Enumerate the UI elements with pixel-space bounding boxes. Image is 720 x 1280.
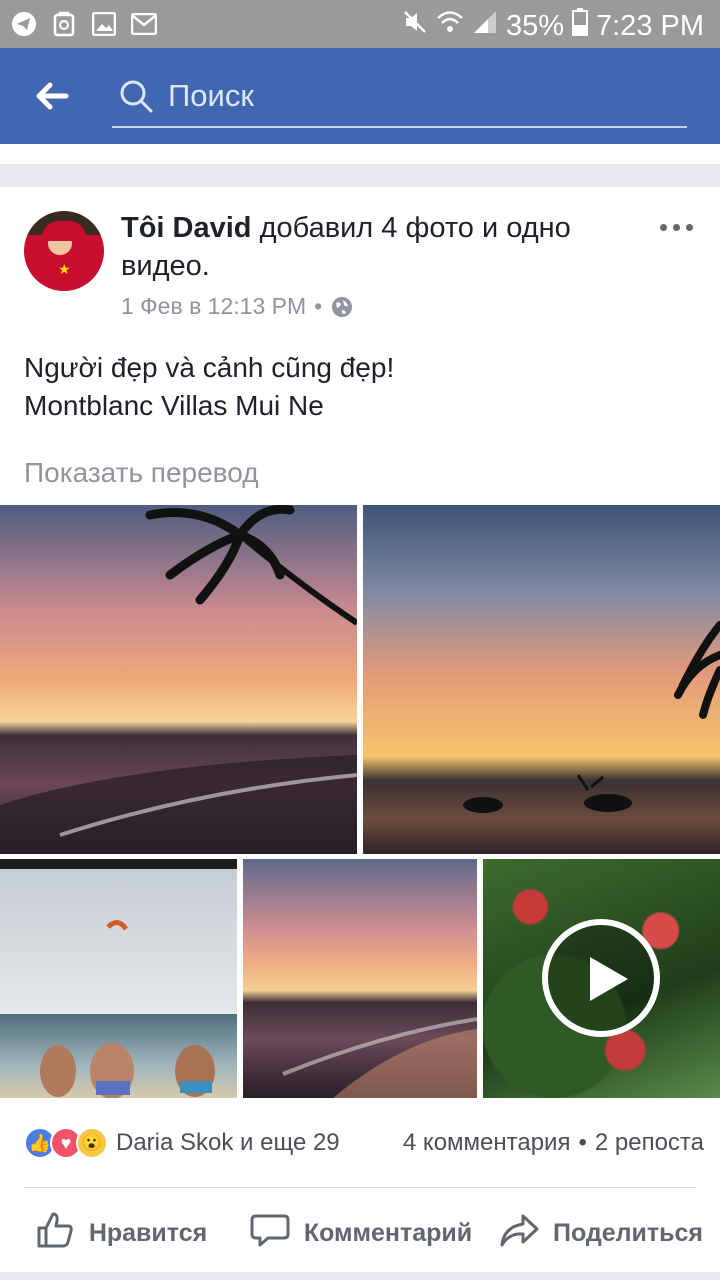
wifi-icon — [436, 9, 464, 43]
photo-sunset-boats[interactable] — [363, 505, 720, 854]
globe-icon — [330, 295, 354, 319]
signal-icon — [472, 9, 498, 43]
comment-label: Комментарий — [303, 1218, 473, 1247]
wow-reaction-icon: 😮 — [76, 1127, 108, 1159]
like-icon — [33, 1208, 77, 1259]
shares-count[interactable]: 2 репоста — [595, 1129, 704, 1157]
search-icon — [118, 78, 154, 114]
comment-icon — [248, 1208, 292, 1259]
clock: 7:23 PM — [596, 9, 704, 42]
share-label: Поделиться — [552, 1218, 704, 1247]
comments-count[interactable]: 4 комментария — [403, 1129, 571, 1157]
author-name[interactable]: Tôi David — [121, 212, 252, 244]
post-text-line-2: Montblanc Villas Mui Ne — [24, 390, 324, 421]
post-date[interactable]: 1 Фев в 12:13 PM — [121, 293, 306, 320]
photo-sunset-shore[interactable] — [243, 859, 477, 1098]
post-card: ★ Tôi David добавил 4 фото и одно видео.… — [0, 187, 720, 1280]
battery-level: 35% — [505, 9, 564, 42]
reactions-names: Daria Skok и еще 29 — [116, 1129, 340, 1156]
play-icon[interactable] — [542, 919, 660, 1037]
share-button[interactable]: Поделиться — [480, 1197, 720, 1269]
post-header: Tôi David добавил 4 фото и одно видео. — [121, 209, 641, 285]
video-thumbnail-flowers[interactable] — [483, 859, 720, 1098]
avatar-hat-shape — [42, 221, 86, 241]
telegram-icon — [10, 10, 38, 38]
post-meta: 1 Фев в 12:13 PM • — [121, 293, 354, 320]
post-text: Người đẹp và cảnh cũng đẹp! Montblanc Vi… — [24, 349, 694, 425]
recycle-icon — [50, 10, 78, 38]
photo-beach-kites[interactable] — [0, 859, 237, 1098]
image-icon — [90, 10, 118, 38]
post-actions: Нравится Комментарий Поделиться — [0, 1197, 720, 1269]
post-text-line-1: Người đẹp và cảnh cũng đẹp! — [24, 352, 395, 383]
mute-icon — [402, 9, 428, 43]
stats-separator: • — [578, 1129, 587, 1156]
avatar[interactable]: ★ — [24, 211, 104, 291]
status-bar-notifications — [10, 10, 158, 38]
reactions-summary[interactable]: 👍 ♥ 😮 Daria Skok и еще 29 — [24, 1123, 340, 1163]
search-input[interactable] — [168, 76, 668, 116]
bottom-band — [0, 1272, 720, 1280]
status-bar-system: 35% 7:23 PM — [402, 8, 704, 44]
show-translation-link[interactable]: Показать перевод — [24, 457, 259, 489]
back-arrow-icon[interactable] — [30, 74, 74, 118]
comment-button[interactable]: Комментарий — [240, 1197, 480, 1269]
battery-icon — [572, 8, 588, 44]
share-icon — [497, 1208, 541, 1259]
meta-separator: • — [314, 293, 323, 319]
app-bar — [0, 48, 720, 144]
star-icon: ★ — [58, 261, 71, 277]
search-bar[interactable] — [112, 72, 687, 128]
more-icon[interactable] — [656, 215, 696, 239]
photo-sunset-palm[interactable] — [0, 505, 357, 854]
divider-band — [0, 144, 720, 164]
actions-divider — [24, 1187, 696, 1188]
like-button[interactable]: Нравится — [0, 1197, 240, 1269]
like-label: Нравится — [88, 1218, 208, 1247]
status-bar: 35% 7:23 PM — [0, 0, 720, 48]
mail-icon — [130, 10, 158, 38]
post-stats: 4 комментария • 2 репоста — [403, 1129, 704, 1157]
